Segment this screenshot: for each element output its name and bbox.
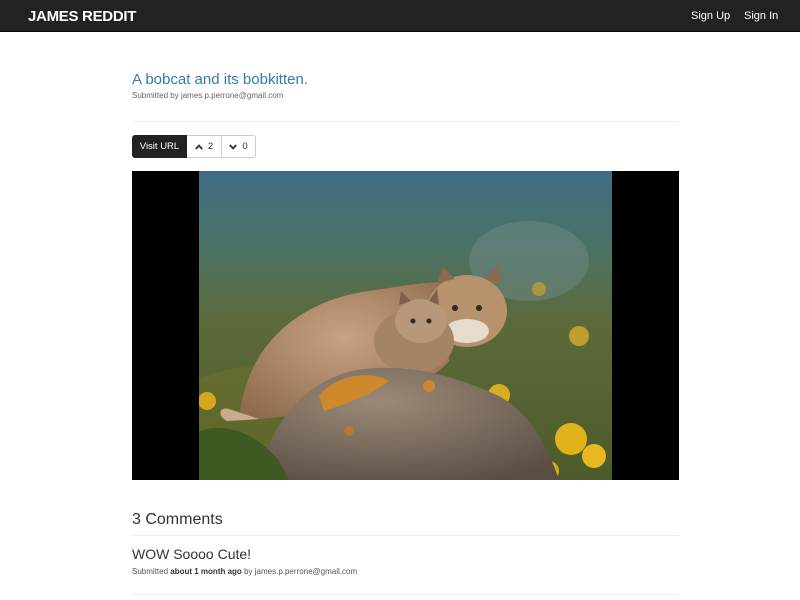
divider [132,535,679,536]
media-embed[interactable] [132,171,679,480]
chevron-down-icon [229,143,238,150]
divider [132,121,679,122]
sign-in-link[interactable]: Sign In [744,10,778,22]
downvote-button[interactable]: 0 [222,135,256,158]
brand-logo-link[interactable]: JAMES REDDIT [28,8,136,25]
post-author: james.p.perrone@gmail.com [180,91,284,100]
post-actions: Visit URL 2 0 [132,135,256,158]
upvote-button[interactable]: 2 [187,135,222,158]
post-title-link[interactable]: A bobcat and its bobkitten. [132,71,308,88]
upvote-count: 2 [207,141,214,152]
bobcat-photo [199,171,612,480]
comments-heading: 3 Comments [132,511,223,528]
downvote-count: 0 [242,141,248,152]
visit-url-button[interactable]: Visit URL [132,135,187,158]
comment-time: about 1 month ago [170,567,242,576]
comment-meta: Submitted about 1 month ago by james.p.p… [132,567,357,576]
comment-submitted-prefix: Submitted [132,567,169,576]
comment-by-prefix: by [244,567,253,576]
divider [132,594,679,595]
submitted-prefix: Submitted by [132,91,179,100]
comment-body: WOW Soooo Cute! [132,546,252,562]
chevron-up-icon [194,143,203,150]
navbar: JAMES REDDIT Sign Up Sign In [0,0,800,32]
comment-author: james.p.perrone@gmail.com [254,567,358,576]
post-submitted-meta: Submitted by james.p.perrone@gmail.com [132,91,283,100]
sign-up-link[interactable]: Sign Up [691,10,730,22]
